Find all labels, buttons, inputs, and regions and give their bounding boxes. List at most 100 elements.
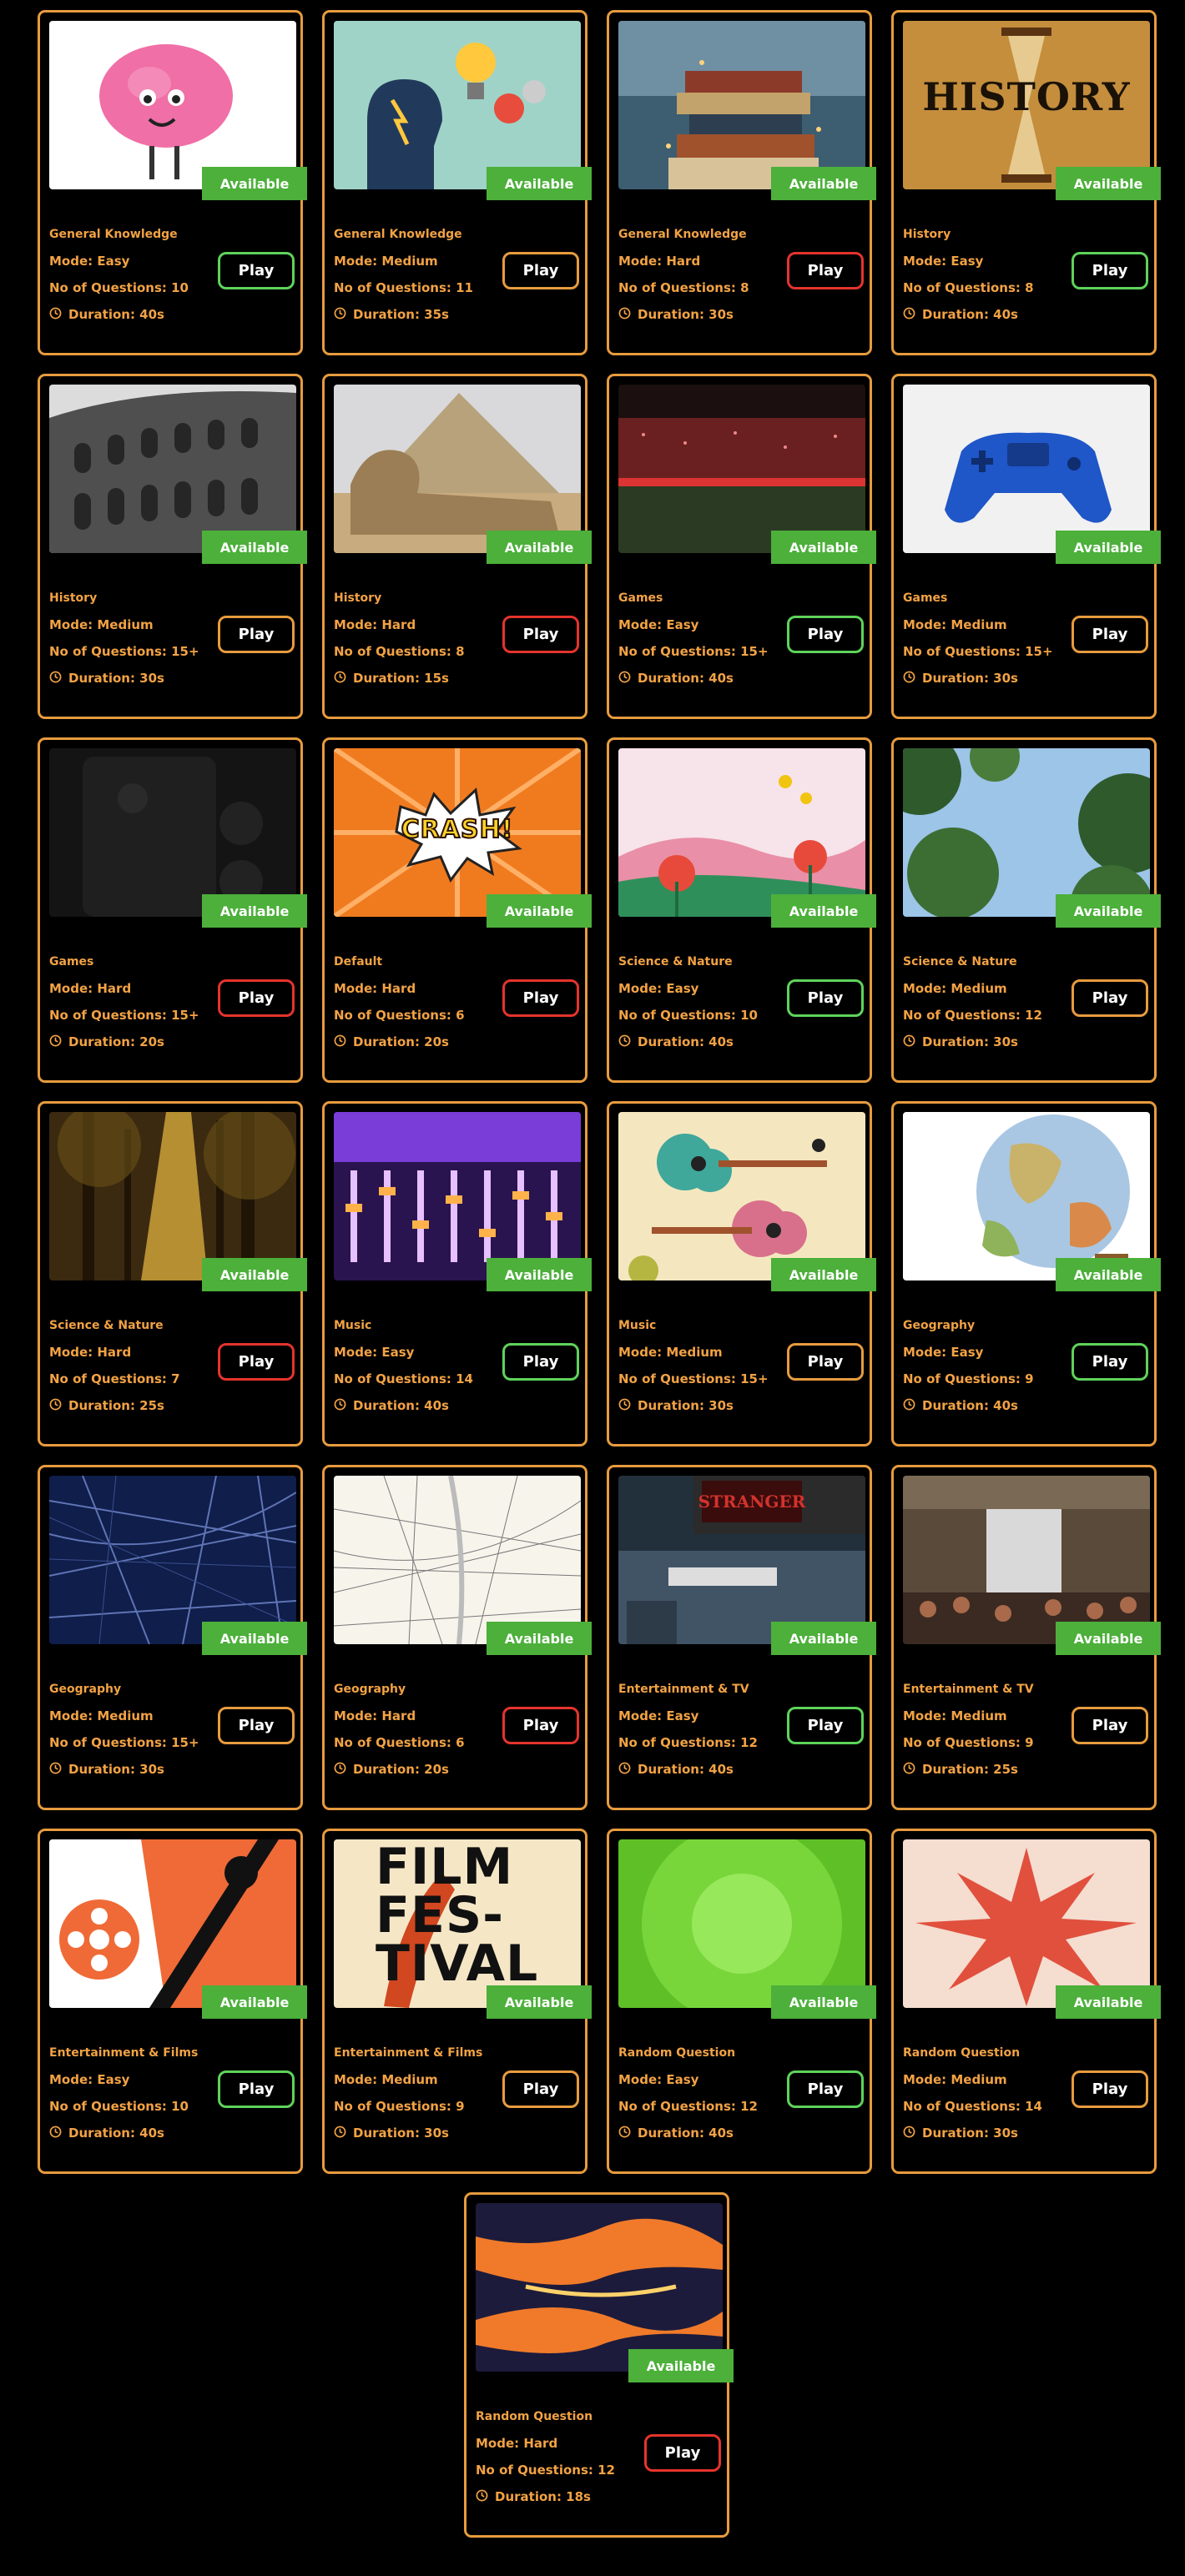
play-button[interactable]: Play	[502, 979, 579, 1017]
quiz-info: History Mode: Medium No of Questions: 15…	[49, 585, 208, 692]
duration-value: 20s	[139, 1034, 164, 1049]
play-button[interactable]: Play	[1072, 1707, 1148, 1744]
dark-swirl-image	[476, 2203, 723, 2372]
play-button[interactable]: Play	[644, 2434, 721, 2472]
play-button[interactable]: Play	[1072, 616, 1148, 653]
play-button[interactable]: Play	[218, 1343, 295, 1381]
mode-label: Mode:	[618, 1708, 667, 1723]
quiz-category: History	[334, 591, 382, 605]
duration-label: Duration:	[922, 1398, 994, 1413]
questions-value: 15+	[171, 644, 199, 659]
quiz-card: Available Random Question Mode: Hard No …	[464, 2192, 734, 2538]
play-button[interactable]: Play	[502, 2070, 579, 2108]
quiz-duration: Duration: 30s	[903, 2120, 1061, 2146]
play-button[interactable]: Play	[787, 252, 864, 289]
play-button[interactable]: Play	[1072, 2070, 1148, 2108]
quiz-card: CRASH! Available Default Mode: Hard No o…	[322, 737, 592, 1083]
play-button[interactable]: Play	[218, 2070, 295, 2108]
duration-label: Duration:	[68, 671, 140, 686]
play-button[interactable]: Play	[787, 2070, 864, 2108]
quiz-question-count: No of Questions: 9	[903, 1729, 1061, 1756]
quiz-question-count: No of Questions: 15+	[49, 638, 208, 665]
play-button[interactable]: Play	[1072, 252, 1148, 289]
play-button[interactable]: Play	[1072, 1343, 1148, 1381]
play-button[interactable]: Play	[502, 252, 579, 289]
quiz-mode: Mode: Medium	[618, 1339, 777, 1366]
quiz-duration: Duration: 40s	[618, 1029, 777, 1055]
quiz-mode: Mode: Easy	[618, 1703, 777, 1729]
quiz-info: Random Question Mode: Easy No of Questio…	[618, 2040, 777, 2146]
questions-label: No of Questions:	[49, 2099, 172, 2114]
quiz-category: History	[49, 591, 98, 605]
play-button[interactable]: Play	[218, 252, 295, 289]
mode-label: Mode:	[903, 1708, 951, 1723]
quiz-question-count: No of Questions: 9	[903, 1366, 1061, 1392]
quiz-thumbnail	[334, 1112, 581, 1280]
quiz-duration: Duration: 18s	[476, 2483, 634, 2510]
play-button[interactable]: Play	[1072, 979, 1148, 1017]
play-button[interactable]: Play	[787, 1707, 864, 1744]
quiz-question-count: No of Questions: 14	[334, 1366, 492, 1392]
quiz-duration: Duration: 40s	[903, 301, 1061, 328]
play-button[interactable]: Play	[787, 1343, 864, 1381]
mode-label: Mode:	[49, 254, 98, 269]
mode-label: Mode:	[618, 981, 667, 996]
mode-label: Mode:	[618, 617, 667, 632]
quiz-duration: Duration: 40s	[903, 1392, 1061, 1419]
play-button[interactable]: Play	[502, 616, 579, 653]
questions-value: 9	[456, 2099, 465, 2114]
mode-value: Easy	[381, 1345, 415, 1360]
quiz-category: General Knowledge	[334, 228, 462, 241]
quiz-info: Geography Mode: Medium No of Questions: …	[49, 1676, 208, 1783]
play-button[interactable]: Play	[787, 616, 864, 653]
play-button[interactable]: Play	[218, 1707, 295, 1744]
quiz-info: Science & Nature Mode: Hard No of Questi…	[49, 1312, 208, 1419]
questions-label: No of Questions:	[49, 1735, 172, 1750]
clock-icon	[476, 2484, 488, 2511]
availability-badge: Available	[771, 894, 876, 928]
play-button[interactable]: Play	[218, 616, 295, 653]
availability-badge: Available	[202, 531, 307, 564]
quiz-category: Music	[334, 1319, 372, 1332]
questions-label: No of Questions:	[903, 1371, 1026, 1386]
clock-icon	[334, 2121, 346, 2147]
availability-badge: Available	[771, 1985, 876, 2019]
quiz-card: Available Entertainment & Films Mode: Ea…	[38, 1829, 307, 2174]
availability-badge: Available	[487, 894, 592, 928]
quiz-thumbnail	[618, 21, 865, 189]
duration-value: 35s	[424, 307, 449, 322]
duration-value: 40s	[139, 2126, 164, 2141]
quiz-card: Available Music Mode: Medium No of Quest…	[607, 1101, 876, 1446]
quiz-thumbnail	[49, 385, 296, 553]
questions-value: 12	[1025, 1008, 1042, 1023]
quiz-card: Available Science & Nature Mode: Medium …	[891, 737, 1161, 1083]
quiz-question-count: No of Questions: 15+	[49, 1002, 208, 1029]
duration-value: 20s	[424, 1034, 449, 1049]
quiz-info: Default Mode: Hard No of Questions: 6 Du…	[334, 948, 492, 1055]
play-button[interactable]: Play	[502, 1707, 579, 1744]
duration-value: 15s	[424, 671, 449, 686]
quiz-card: Available Entertainment & TV Mode: Mediu…	[891, 1465, 1161, 1810]
duration-label: Duration:	[922, 1034, 994, 1049]
availability-badge: Available	[771, 1622, 876, 1655]
forest-sunlight-image	[49, 1112, 296, 1280]
quiz-question-count: No of Questions: 14	[903, 2093, 1061, 2120]
questions-value: 6	[456, 1008, 465, 1023]
play-button[interactable]: Play	[218, 979, 295, 1017]
mode-label: Mode:	[49, 1708, 98, 1723]
questions-label: No of Questions:	[618, 1735, 741, 1750]
clock-icon	[618, 2121, 631, 2147]
quiz-mode: Mode: Easy	[618, 975, 777, 1002]
play-button[interactable]: Play	[787, 979, 864, 1017]
quiz-question-count: No of Questions: 8	[903, 274, 1061, 301]
quiz-info: Science & Nature Mode: Medium No of Ques…	[903, 948, 1061, 1055]
duration-value: 30s	[424, 2126, 449, 2141]
clock-icon	[49, 2121, 62, 2147]
quiz-duration: Duration: 20s	[49, 1029, 208, 1055]
quiz-info: Games Mode: Medium No of Questions: 15+ …	[903, 585, 1061, 692]
duration-value: 30s	[993, 1034, 1018, 1049]
quiz-mode: Mode: Hard	[618, 248, 777, 274]
play-button[interactable]: Play	[502, 1343, 579, 1381]
quiz-question-count: No of Questions: 12	[476, 2457, 634, 2483]
quiz-card: Available Science & Nature Mode: Hard No…	[38, 1101, 307, 1446]
